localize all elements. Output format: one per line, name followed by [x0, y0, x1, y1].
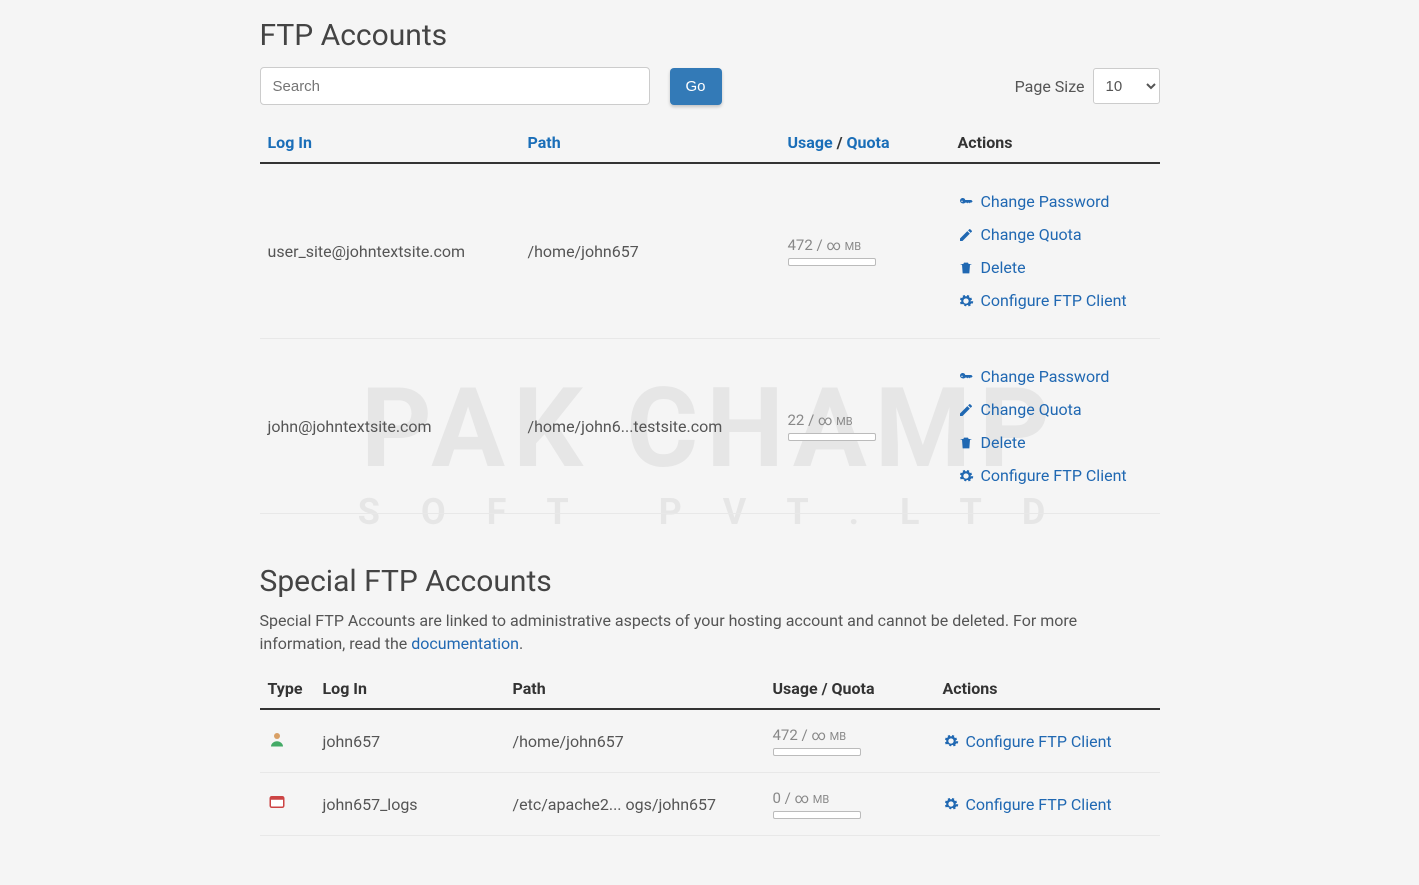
path-cell: /etc/apache2... ogs/john657 [505, 773, 765, 836]
usage-cell: 472 / ∞ MB [780, 163, 950, 339]
user-icon [268, 730, 286, 748]
col-usage-quota: Usage / Quota [780, 123, 950, 163]
login-cell: john657_logs [315, 773, 505, 836]
go-button[interactable]: Go [670, 68, 722, 105]
usage-cell: 22 / ∞ MB [780, 339, 950, 514]
gear-icon [943, 733, 959, 749]
special-description: Special FTP Accounts are linked to admin… [260, 609, 1160, 655]
path-cell: /home/john6...testsite.com [520, 339, 780, 514]
usage-progress [773, 748, 861, 756]
page-title: FTP Accounts [260, 18, 1160, 53]
key-icon [958, 194, 974, 210]
special-ftp-accounts-table: Type Log In Path Usage / Quota Actions j… [260, 669, 1160, 836]
trash-icon [958, 260, 974, 276]
col-login[interactable]: Log In [260, 123, 520, 163]
change-password-link[interactable]: Change Password [958, 367, 1152, 386]
col-type: Type [260, 669, 315, 709]
col-usage-quota: Usage / Quota [765, 669, 935, 709]
usage-progress [788, 258, 876, 266]
usage-progress [788, 433, 876, 441]
table-row: john@johntextsite.com /home/john6...test… [260, 339, 1160, 514]
delete-link[interactable]: Delete [958, 258, 1152, 277]
key-icon [958, 369, 974, 385]
pencil-icon [958, 227, 974, 243]
configure-ftp-client-link[interactable]: Configure FTP Client [943, 732, 1152, 751]
usage-progress [773, 811, 861, 819]
login-cell: john657 [315, 709, 505, 773]
gear-icon [958, 468, 974, 484]
col-login: Log In [315, 669, 505, 709]
ftp-accounts-table: Log In Path Usage / Quota Actions user_s… [260, 123, 1160, 514]
actions-cell: Change Password Change Quota Delete [950, 339, 1160, 514]
table-row: john657 /home/john657 472 / ∞ MB Configu… [260, 709, 1160, 773]
documentation-link[interactable]: documentation [411, 634, 519, 653]
change-quota-link[interactable]: Change Quota [958, 400, 1152, 419]
table-row: user_site@johntextsite.com /home/john657… [260, 163, 1160, 339]
col-path: Path [505, 669, 765, 709]
gear-icon [943, 796, 959, 812]
login-cell: user_site@johntextsite.com [260, 163, 520, 339]
type-cell [260, 773, 315, 836]
col-usage[interactable]: Usage [788, 133, 833, 152]
page-size-select[interactable]: 10 [1093, 68, 1160, 104]
usage-cell: 472 / ∞ MB [765, 709, 935, 773]
search-bar: Go Page Size 10 [260, 67, 1160, 105]
change-quota-link[interactable]: Change Quota [958, 225, 1152, 244]
delete-link[interactable]: Delete [958, 433, 1152, 452]
page-size-label: Page Size [1015, 77, 1085, 96]
page-size-control: Page Size 10 [1015, 68, 1160, 104]
configure-ftp-client-link[interactable]: Configure FTP Client [958, 466, 1152, 485]
path-cell: /home/john657 [520, 163, 780, 339]
col-quota[interactable]: Quota [847, 133, 890, 152]
path-cell: /home/john657 [505, 709, 765, 773]
search-input[interactable] [260, 67, 650, 105]
actions-cell: Change Password Change Quota Delete [950, 163, 1160, 339]
logs-icon [268, 793, 286, 811]
change-password-link[interactable]: Change Password [958, 192, 1152, 211]
col-actions: Actions [935, 669, 1160, 709]
configure-ftp-client-link[interactable]: Configure FTP Client [958, 291, 1152, 310]
table-row: john657_logs /etc/apache2... ogs/john657… [260, 773, 1160, 836]
pencil-icon [958, 402, 974, 418]
configure-ftp-client-link[interactable]: Configure FTP Client [943, 795, 1152, 814]
type-cell [260, 709, 315, 773]
col-actions: Actions [950, 123, 1160, 163]
actions-cell: Configure FTP Client [935, 709, 1160, 773]
col-path[interactable]: Path [520, 123, 780, 163]
login-cell: john@johntextsite.com [260, 339, 520, 514]
usage-cell: 0 / ∞ MB [765, 773, 935, 836]
gear-icon [958, 293, 974, 309]
actions-cell: Configure FTP Client [935, 773, 1160, 836]
trash-icon [958, 435, 974, 451]
special-title: Special FTP Accounts [260, 564, 1160, 599]
